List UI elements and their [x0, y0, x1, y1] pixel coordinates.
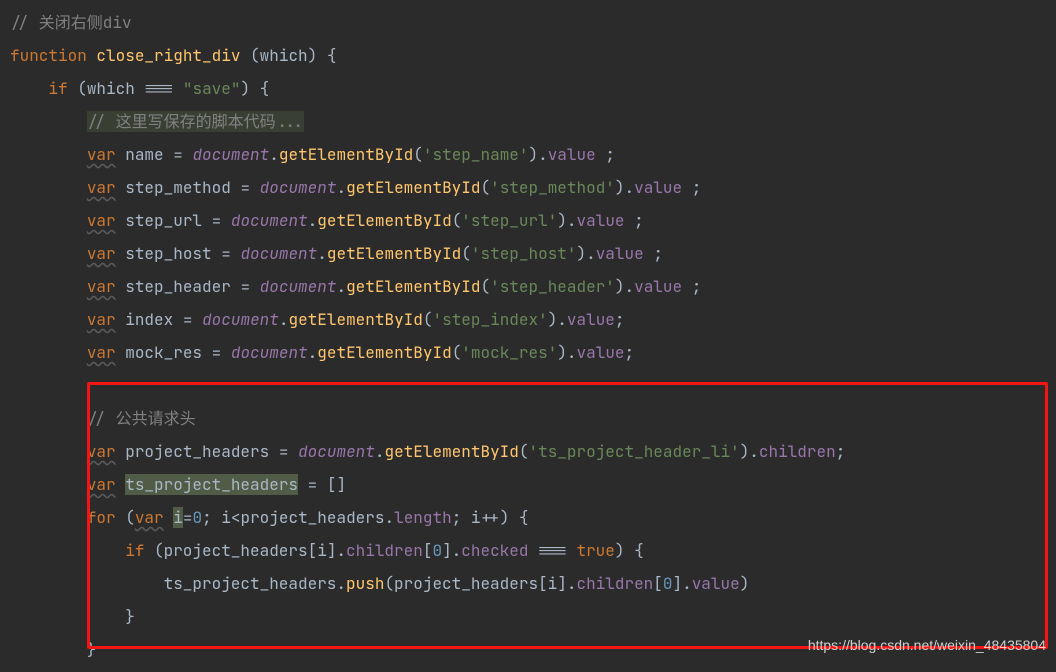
line-comment: // 关闭右侧div — [10, 12, 132, 33]
keyword-for: for — [87, 507, 116, 528]
code-editor[interactable]: // 关闭右侧div function close_right_div (whi… — [0, 0, 1056, 672]
param: which — [260, 45, 308, 66]
keyword-if: if — [48, 78, 67, 99]
keyword-function: function — [10, 45, 87, 66]
keyword-true: true — [576, 540, 614, 561]
string-literal: 'step_name' — [423, 144, 529, 165]
document-ref: document — [192, 144, 269, 165]
function-name: close_right_div — [96, 45, 240, 66]
string-literal: "save" — [183, 78, 241, 99]
watermark-text: https://blog.csdn.net/weixin_48435804 — [808, 638, 1046, 652]
keyword-var: var — [87, 144, 116, 165]
line-comment: // 公共请求头 — [87, 408, 196, 429]
selected-identifier: ts_project_headers — [125, 474, 298, 495]
line-comment: // 这里写保存的脚本代码... — [87, 111, 305, 132]
